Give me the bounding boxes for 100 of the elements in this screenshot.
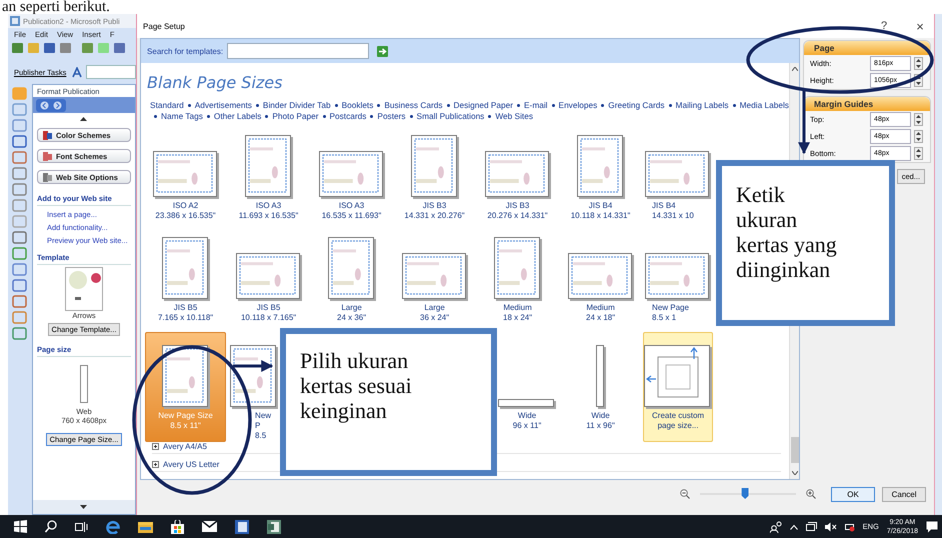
category-link[interactable]: Small Publications — [416, 111, 484, 122]
page-preview-icon — [494, 237, 542, 301]
page-preview-icon — [318, 151, 385, 199]
callout-note: Pilih ukuran kertas sesuai keinginan — [280, 328, 497, 476]
search-field[interactable] — [227, 43, 370, 59]
task-view-icon[interactable] — [75, 520, 88, 532]
pointer-arrow — [798, 90, 810, 154]
page-preview-icon — [644, 345, 712, 409]
section-heading: Blank Page Sizes — [147, 73, 284, 93]
forward-icon[interactable] — [52, 100, 62, 110]
close-button[interactable]: × — [906, 18, 934, 34]
zoom-slider[interactable] — [700, 487, 796, 501]
page-size-tile[interactable]: Large 24 x 36" — [311, 230, 392, 328]
help-button[interactable]: ? — [870, 20, 898, 32]
spinner-icon[interactable] — [914, 147, 924, 160]
document-text: an seperti berikut. — [1, 0, 111, 14]
page-preview-icon — [596, 345, 606, 409]
battery-icon[interactable] — [844, 522, 855, 532]
page-size-tile[interactable]: ISO A3 16.535 x 11.693" — [311, 128, 392, 226]
category-link[interactable]: Standard — [150, 100, 184, 111]
category-link[interactable]: E-mail — [524, 100, 548, 111]
category-link[interactable]: Greeting Cards — [608, 100, 665, 111]
spinner-icon[interactable] — [914, 130, 924, 143]
page-preview-icon — [402, 253, 468, 301]
document-icon[interactable] — [267, 520, 281, 534]
page-size-tile[interactable]: New P 8.5 — [228, 332, 280, 442]
page-size-tile[interactable]: Medium 24 x 18" — [560, 230, 642, 328]
document-icon[interactable] — [235, 520, 249, 534]
page-size-tile[interactable]: JIS B4 10.118 x 14.331" — [560, 128, 642, 226]
search-icon[interactable] — [45, 520, 57, 533]
folder-icon[interactable] — [138, 520, 153, 532]
template-preview-icon — [64, 267, 103, 311]
expand-icon[interactable] — [152, 442, 160, 450]
page-size-tile[interactable]: JIS B5 7.165 x 10.118" — [145, 230, 226, 328]
page-preview-icon — [645, 253, 712, 301]
category-link[interactable]: Photo Paper — [272, 111, 319, 122]
pointer-arrow — [233, 360, 274, 372]
group-title: Margin Guides — [804, 97, 930, 111]
expand-icon[interactable] — [152, 460, 160, 468]
page-size-tile[interactable]: Medium 18 x 24" — [477, 230, 558, 328]
muted-speaker-icon[interactable] — [824, 522, 837, 532]
category-link[interactable]: Other Labels — [214, 111, 262, 122]
zoom-out-icon[interactable] — [680, 489, 690, 499]
page-size-tile[interactable]: Create custom page size... — [643, 332, 714, 442]
category-link[interactable]: Advertisements — [194, 100, 252, 111]
group-header[interactable]: Avery A4/A5 — [163, 442, 207, 450]
category-link[interactable]: Business Cards — [384, 100, 442, 111]
page-preview-icon — [162, 345, 210, 409]
ok-button[interactable]: OK — [831, 486, 876, 502]
back-icon[interactable] — [40, 100, 49, 110]
page-preview-icon — [328, 237, 376, 301]
scroll-up-icon[interactable] — [80, 117, 88, 121]
page-size-tile[interactable]: Large 36 x 24" — [394, 230, 476, 328]
page-size-tile[interactable]: New Page 8.5 x 1 — [643, 230, 714, 328]
page-size-tile[interactable]: JIS B4 14.331 x 10 — [643, 128, 714, 226]
envelope-icon[interactable] — [202, 521, 217, 532]
scroll-down-icon[interactable] — [792, 471, 798, 475]
category-link[interactable]: Envelopes — [558, 100, 598, 111]
format-icon[interactable] — [72, 66, 82, 78]
zoom-in-icon[interactable] — [806, 489, 816, 499]
category-link[interactable]: Designed Paper — [454, 100, 514, 111]
scroll-down-icon[interactable] — [80, 505, 88, 509]
category-link[interactable]: Web Sites — [495, 111, 534, 122]
scroll-thumb[interactable] — [790, 437, 798, 463]
category-link[interactable]: Booklets — [342, 100, 374, 111]
page-preview-icon — [236, 253, 302, 301]
category-link[interactable]: Posters — [377, 111, 406, 122]
page-size-tile[interactable]: JIS B5 10.118 x 7.165" — [228, 230, 310, 328]
page-size-tile[interactable]: Wide 11 x 96" — [560, 332, 642, 442]
category-link[interactable]: Binder Divider Tab — [262, 100, 331, 111]
page-size-tile[interactable]: ISO A2 23.386 x 16.535" — [145, 128, 226, 226]
cancel-button[interactable]: Cancel — [882, 486, 926, 502]
page-size-tile[interactable]: JIS B3 14.331 x 20.276" — [394, 128, 476, 226]
spinner-icon[interactable] — [914, 57, 924, 70]
go-icon[interactable] — [377, 46, 388, 56]
app-icon — [10, 16, 20, 26]
page-size-tile[interactable]: ISO A3 11.693 x 16.535" — [228, 128, 310, 226]
category-link[interactable]: Mailing Labels — [676, 100, 729, 111]
group-header[interactable]: Avery US Letter — [163, 460, 220, 468]
section-icon — [42, 152, 52, 160]
group-title: Page — [804, 41, 930, 55]
spinner-icon[interactable] — [914, 113, 924, 126]
windows-logo-icon[interactable] — [14, 520, 27, 533]
page-preview-icon — [410, 135, 459, 199]
shopping-bag-icon[interactable] — [171, 520, 184, 534]
browser-icon[interactable] — [106, 520, 120, 534]
chevron-up-icon[interactable] — [790, 524, 798, 530]
scroll-up-icon[interactable] — [792, 67, 798, 71]
page-preview-icon — [576, 135, 625, 199]
category-link[interactable]: Media Labels — [740, 100, 789, 111]
dialog-title: Page Setup — [143, 22, 185, 30]
notification-icon[interactable] — [926, 520, 938, 532]
category-link[interactable]: Name Tags — [161, 111, 203, 122]
page-preview-icon — [484, 151, 551, 199]
people-icon[interactable] — [770, 520, 782, 532]
style-field[interactable] — [86, 65, 136, 79]
section-icon — [42, 172, 52, 182]
network-icon[interactable] — [806, 522, 817, 532]
page-size-tile[interactable]: JIS B3 20.276 x 14.331" — [477, 128, 558, 226]
category-link[interactable]: Postcards — [330, 111, 366, 122]
